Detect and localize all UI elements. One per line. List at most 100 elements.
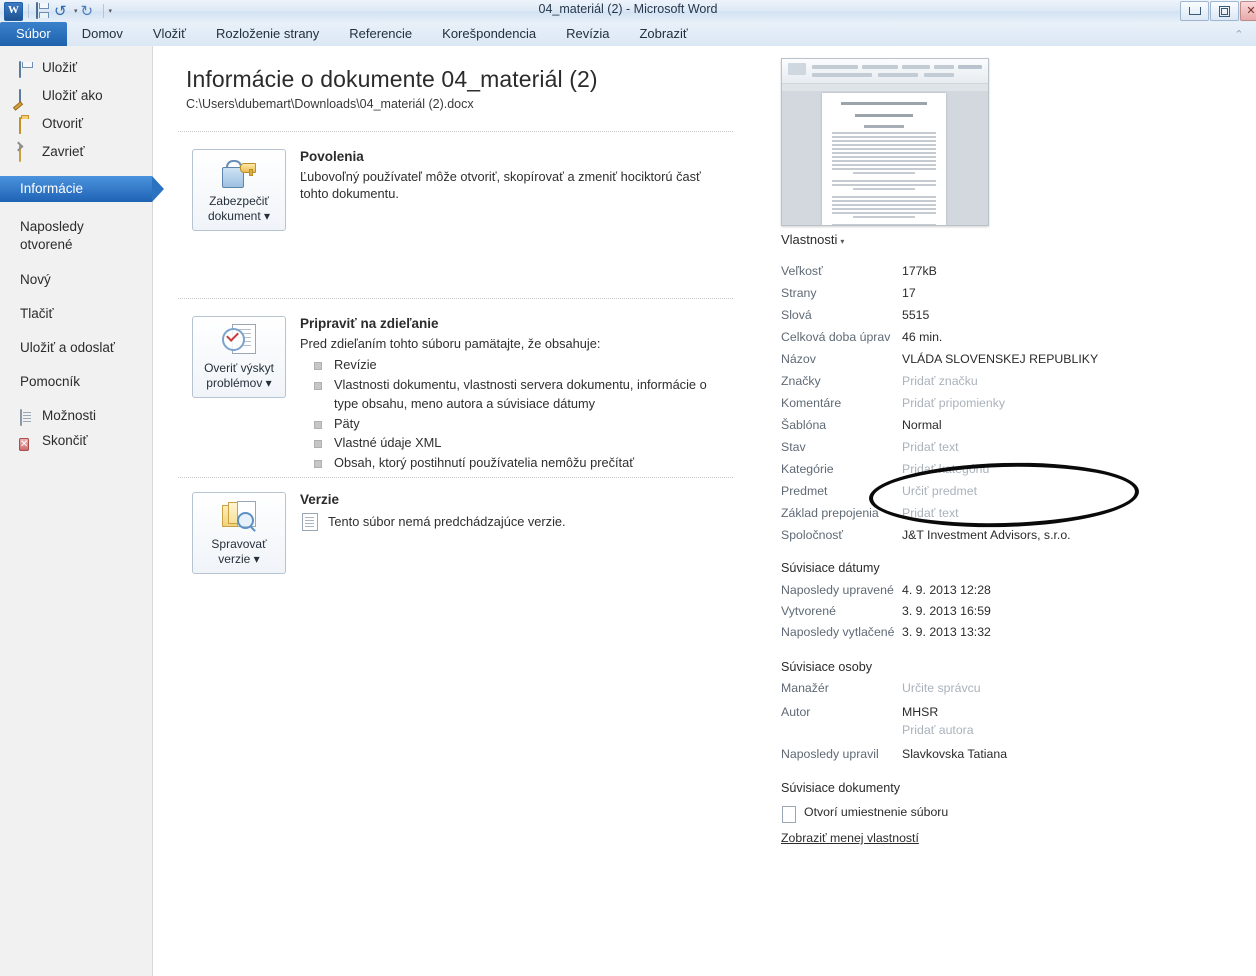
versions-title: Verzie [300, 492, 340, 507]
property-label: Značky [781, 374, 821, 388]
chevron-down-icon[interactable]: ▾ [254, 552, 260, 566]
property-value[interactable]: 46 min. [902, 330, 942, 344]
tab-references[interactable]: Referencie [334, 22, 427, 46]
document-icon [302, 513, 318, 531]
tab-view[interactable]: Zobraziť [624, 22, 702, 46]
protect-document-button[interactable]: Zabezpečiť dokument ▾ [192, 149, 286, 231]
permissions-section: Zabezpečiť dokument ▾ Povolenia Ľubovoľn… [178, 146, 738, 271]
chevron-down-icon[interactable]: ▾ [266, 376, 272, 390]
property-value[interactable]: Pridať autora [902, 723, 974, 737]
property-value[interactable]: Pridať text [902, 506, 959, 520]
manage-versions-label-line2: verzie [218, 552, 251, 566]
tab-home[interactable]: Domov [67, 22, 138, 46]
properties-header[interactable]: Vlastnosti ▾ [781, 232, 844, 247]
property-row-categories: Kategórie Pridať kategóriu [781, 462, 1211, 483]
list-item: Obsah, ktorý postihnutí používatelia nem… [300, 453, 730, 473]
tab-mailings[interactable]: Korešpondencia [427, 22, 551, 46]
document-path: C:\Users\dubemart\Downloads\04_materiál … [186, 97, 474, 111]
property-row-manager: Manažér Určite správcu [781, 681, 1211, 702]
check-for-issues-label-line2: problémov [206, 376, 263, 390]
property-value[interactable]: Pridať značku [902, 374, 978, 388]
property-label: Naposledy vytlačené [781, 625, 895, 639]
sidebar-item-save-as[interactable]: Uložiť ako [0, 86, 152, 106]
property-value[interactable]: 177kB [902, 264, 937, 278]
property-row-pages: Strany 17 [781, 286, 1211, 307]
sidebar-item-exit[interactable]: ✕ Skončiť [0, 431, 152, 451]
chevron-up-icon[interactable]: ⌃ [1230, 25, 1248, 43]
property-row-status: Stav Pridať text [781, 440, 1211, 461]
tab-insert[interactable]: Vložiť [138, 22, 201, 46]
properties-pane: Vlastnosti ▾ Veľkosť 177kB Strany 17 Slov… [752, 46, 1256, 976]
save-as-icon [18, 88, 34, 106]
sidebar-item-print[interactable]: Tlačiť [0, 304, 152, 324]
property-label: Celková doba úprav [781, 330, 891, 344]
property-value[interactable]: Normal [902, 418, 942, 432]
check-for-issues-button[interactable]: Overiť výskyt problémov ▾ [192, 316, 286, 398]
property-label: Komentáre [781, 396, 842, 410]
manage-versions-button[interactable]: Spravovať verzie ▾ [192, 492, 286, 574]
sidebar-item-help[interactable]: Pomocník [0, 372, 152, 392]
property-value[interactable]: Určiť predmet [902, 484, 977, 498]
sidebar-item-options[interactable]: Možnosti [0, 406, 152, 426]
sidebar-item-label: Uložiť ako [42, 88, 103, 103]
property-label: Kategórie [781, 462, 834, 476]
thumbnail-ruler [782, 84, 988, 91]
property-row-template: Šablóna Normal [781, 418, 1211, 439]
sidebar-item-info[interactable]: Informácie [0, 176, 164, 202]
sidebar-item-close[interactable]: Zavrieť [0, 142, 152, 162]
tab-file[interactable]: Súbor [0, 22, 67, 46]
property-value[interactable]: 5515 [902, 308, 929, 322]
document-icon [782, 806, 796, 823]
property-label: Stav [781, 440, 806, 454]
property-value[interactable]: MHSR [902, 705, 938, 719]
exit-icon: ✕ [19, 438, 30, 451]
inspect-document-icon [195, 323, 283, 357]
property-row-last-modified-by: Naposledy upravil Slavkovska Tatiana [781, 747, 1211, 768]
document-thumbnail[interactable] [781, 58, 989, 226]
manage-versions-label-line1: Spravovať [211, 537, 267, 551]
sidebar-item-label: Pomocník [20, 374, 81, 389]
property-value[interactable]: VLÁDA SLOVENSKEJ REPUBLIKY [902, 352, 1098, 366]
property-label: Veľkosť [781, 264, 823, 278]
property-value[interactable]: J&T Investment Advisors, s.r.o. [902, 528, 1071, 542]
property-row-total-editing-time: Celková doba úprav 46 min. [781, 330, 1211, 351]
chevron-down-icon[interactable]: ▾ [840, 237, 844, 246]
property-label: Predmet [781, 484, 828, 498]
property-label: Slová [781, 308, 812, 322]
sidebar-item-save-and-send[interactable]: Uložiť a odoslať [0, 338, 152, 358]
property-value[interactable]: Určite správcu [902, 681, 981, 695]
property-row-last-printed: Naposledy vytlačené 3. 9. 2013 13:32 [781, 625, 1211, 646]
close-button[interactable]: ✕ [1240, 1, 1256, 21]
list-item: Vlastnosti dokumentu, vlastnosti servera… [300, 375, 730, 414]
property-value[interactable]: Pridať text [902, 440, 959, 454]
open-file-location-link[interactable]: Otvorí umiestnenie súboru [782, 805, 948, 823]
sidebar-item-open[interactable]: Otvoriť [0, 114, 152, 134]
tab-page-layout[interactable]: Rozloženie strany [201, 22, 334, 46]
sidebar-item-save[interactable]: Uložiť [0, 58, 152, 78]
show-fewer-properties-link[interactable]: Zobraziť menej vlastností [781, 831, 919, 845]
property-value[interactable]: Pridať pripomienky [902, 396, 1005, 410]
property-value[interactable]: 17 [902, 286, 916, 300]
open-folder-icon [18, 116, 34, 134]
property-value: 4. 9. 2013 12:28 [902, 583, 991, 597]
chevron-down-icon[interactable]: ▾ [264, 209, 270, 223]
minimize-button[interactable] [1180, 1, 1209, 21]
window-title: 04_materiál (2) - Microsoft Word [538, 2, 718, 16]
list-item: Vlastné údaje XML [300, 433, 730, 453]
sidebar-item-new[interactable]: Nový [0, 270, 152, 290]
property-label: Manažér [781, 681, 829, 695]
maximize-button[interactable] [1210, 1, 1239, 21]
backstage-view: Uložiť Uložiť ako Otvoriť Zavrieť Inform… [0, 46, 1256, 976]
sidebar-item-label: Informácie [20, 181, 84, 196]
permissions-text: Ľubovoľný používateľ môže otvoriť, skopí… [300, 169, 701, 201]
sidebar-item-label: Uložiť a odoslať [20, 340, 115, 355]
property-row-size: Veľkosť 177kB [781, 264, 1211, 285]
properties-header-label: Vlastnosti [781, 232, 838, 247]
property-value[interactable]: Pridať kategóriu [902, 462, 989, 476]
sidebar-item-recent[interactable]: Naposledy otvorené [0, 216, 130, 256]
property-row-comments: Komentáre Pridať pripomienky [781, 396, 1211, 417]
property-row-last-modified: Naposledy upravené 4. 9. 2013 12:28 [781, 583, 1211, 604]
tab-review[interactable]: Revízia [551, 22, 624, 46]
sidebar-item-label: Tlačiť [20, 306, 54, 321]
property-row-add-author: Pridať autora [781, 723, 1211, 744]
